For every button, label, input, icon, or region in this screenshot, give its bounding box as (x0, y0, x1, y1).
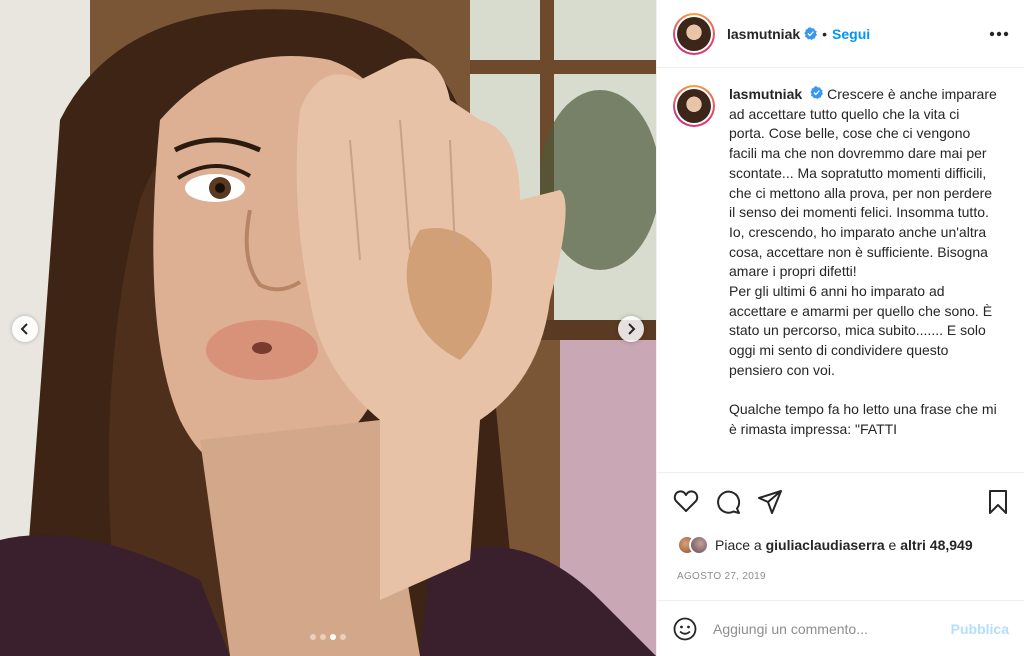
carousel-dot (320, 634, 326, 640)
post-header: lasmutniak • Segui (657, 0, 1024, 68)
post-caption: lasmutniak Crescere è anche imparare ad a… (729, 85, 999, 472)
post-photo[interactable] (0, 0, 656, 656)
post-sidebar: lasmutniak • Segui lasmutniak Crescere è … (656, 0, 1024, 656)
comment-input[interactable] (713, 620, 923, 637)
share-icon[interactable] (757, 489, 783, 517)
post-actions: Piace a giuliaclaudiaserra e altri 48,94… (657, 472, 1024, 600)
emoji-icon[interactable] (673, 617, 697, 641)
follow-button[interactable]: Segui (832, 26, 870, 42)
liker-username[interactable]: giuliaclaudiaserra (766, 537, 885, 553)
liker-avatars (677, 535, 709, 555)
comment-icon[interactable] (715, 489, 741, 517)
likes-summary: Piace a giuliaclaudiaserra e altri 48,94… (677, 535, 973, 555)
caption-section: lasmutniak Crescere è anche imparare ad a… (657, 69, 1024, 472)
more-options-icon[interactable] (989, 31, 1009, 37)
caption-body: Crescere è anche imparare ad accettare t… (729, 86, 997, 437)
carousel-dot (310, 634, 316, 640)
verified-badge-icon (804, 27, 818, 40)
action-icons-row (673, 489, 1009, 517)
chevron-left-icon (20, 323, 28, 335)
likes-and: e (888, 537, 897, 553)
liker-avatar[interactable] (689, 535, 709, 555)
chevron-right-icon (628, 323, 636, 335)
likes-others-link[interactable]: altri 48,949 (900, 537, 972, 553)
author-username[interactable]: lasmutniak (727, 26, 800, 42)
header-separator: • (822, 25, 828, 42)
post-photo-illustration (0, 0, 656, 656)
author-avatar[interactable] (673, 12, 715, 55)
bookmark-icon[interactable] (987, 489, 1009, 517)
carousel-next-button[interactable] (618, 316, 644, 342)
likes-prefix: Piace a (715, 537, 762, 553)
publish-button[interactable]: Pubblica (951, 621, 1009, 637)
post-date[interactable]: AGOSTO 27, 2019 (677, 571, 766, 582)
heart-icon[interactable] (673, 489, 699, 517)
carousel-prev-button[interactable] (12, 316, 38, 342)
carousel-dot (330, 634, 336, 640)
comment-form: Pubblica (657, 600, 1024, 656)
verified-badge-icon (806, 86, 827, 99)
carousel-dot (340, 634, 346, 640)
carousel-indicator (310, 634, 346, 640)
caption-username[interactable]: lasmutniak (729, 86, 802, 102)
caption-author-avatar[interactable] (673, 85, 715, 127)
